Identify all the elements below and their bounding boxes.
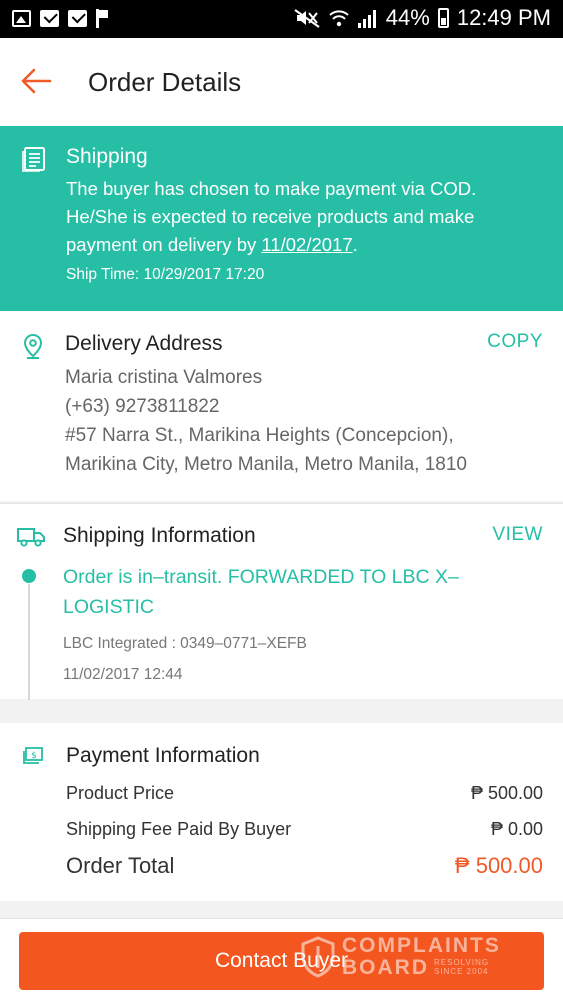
mute-icon [294, 9, 320, 28]
document-list-icon [22, 147, 45, 172]
payment-row-label: Shipping Fee Paid By Buyer [66, 819, 292, 839]
shipping-status-banner: Shipping The buyer has chosen to make pa… [0, 126, 563, 311]
order-total-label: Order Total [66, 853, 175, 878]
wifi-icon [329, 10, 349, 27]
email-icon [68, 10, 87, 27]
order-total-amount: ₱ 500.00 [454, 853, 543, 878]
payment-row: Shipping Fee Paid By Buyer ₱ 0.00 [66, 819, 543, 840]
payment-information-title: Payment Information [66, 744, 260, 767]
tracking-timestamp: 11/02/2017 12:44 [63, 666, 183, 683]
flag-icon [96, 9, 110, 28]
delivery-address-title: Delivery Address [65, 332, 223, 355]
back-arrow-icon[interactable] [18, 64, 54, 100]
ship-time: Ship Time: 10/29/2017 17:20 [66, 266, 265, 283]
signal-icon [357, 8, 378, 28]
status-bar: 44% 12:49 PM [0, 0, 563, 38]
svg-text:$: $ [31, 751, 37, 761]
banner-message: The buyer has chosen to make payment via… [66, 175, 536, 259]
page-title: Order Details [88, 67, 242, 97]
timeline-line [28, 584, 30, 700]
shipping-information-title: Shipping Information [63, 524, 256, 547]
cash-icon: $ [23, 747, 43, 764]
email-icon [40, 10, 59, 27]
recipient-phone: (+63) 9273811822 [65, 396, 220, 417]
shipping-information-section: Shipping Information VIEW Order is in–tr… [0, 503, 563, 700]
bottom-action-bar: Contact Buyer [0, 918, 563, 1000]
address-line-2: Marikina City, Metro Manila, Metro Manil… [65, 454, 467, 475]
gallery-icon [12, 10, 31, 27]
payment-information-section: $ Payment Information Product Price ₱ 50… [0, 723, 563, 901]
payment-row-amount: ₱ 500.00 [470, 783, 543, 803]
battery-percent: 44% [385, 5, 430, 30]
clock: 12:49 PM [456, 5, 551, 30]
battery-icon [437, 8, 449, 28]
order-total-row: Order Total ₱ 500.00 [66, 853, 543, 879]
address-details: Maria cristina Valmores (+63) 9273811822… [65, 363, 467, 479]
delivery-address-section: Delivery Address COPY Maria cristina Val… [0, 311, 563, 501]
copy-address-button[interactable]: COPY [487, 331, 543, 353]
system-icons: 44% 12:49 PM [294, 5, 551, 31]
banner-message-end: . [352, 234, 358, 255]
notification-icons [12, 9, 110, 28]
timeline-dot [22, 569, 36, 583]
contact-buyer-button[interactable]: Contact Buyer [19, 932, 544, 990]
view-tracking-button[interactable]: VIEW [492, 524, 543, 546]
address-line-1: #57 Narra St., Marikina Heights (Concepc… [65, 425, 454, 446]
payment-row-label: Product Price [66, 783, 175, 803]
tracking-reference: LBC Integrated : 0349–0771–XEFB [63, 635, 307, 652]
tracking-status: Order is in–transit. FORWARDED TO LBC X–… [63, 566, 459, 618]
banner-title: Shipping [66, 145, 148, 168]
payment-row: Product Price ₱ 500.00 [66, 783, 543, 804]
recipient-name: Maria cristina Valmores [65, 367, 263, 388]
app-bar: Order Details [0, 38, 563, 126]
truck-icon [17, 528, 45, 547]
delivery-deadline-date[interactable]: 11/02/2017 [261, 234, 352, 255]
payment-row-amount: ₱ 0.00 [490, 819, 543, 839]
location-pin-icon [23, 333, 43, 359]
